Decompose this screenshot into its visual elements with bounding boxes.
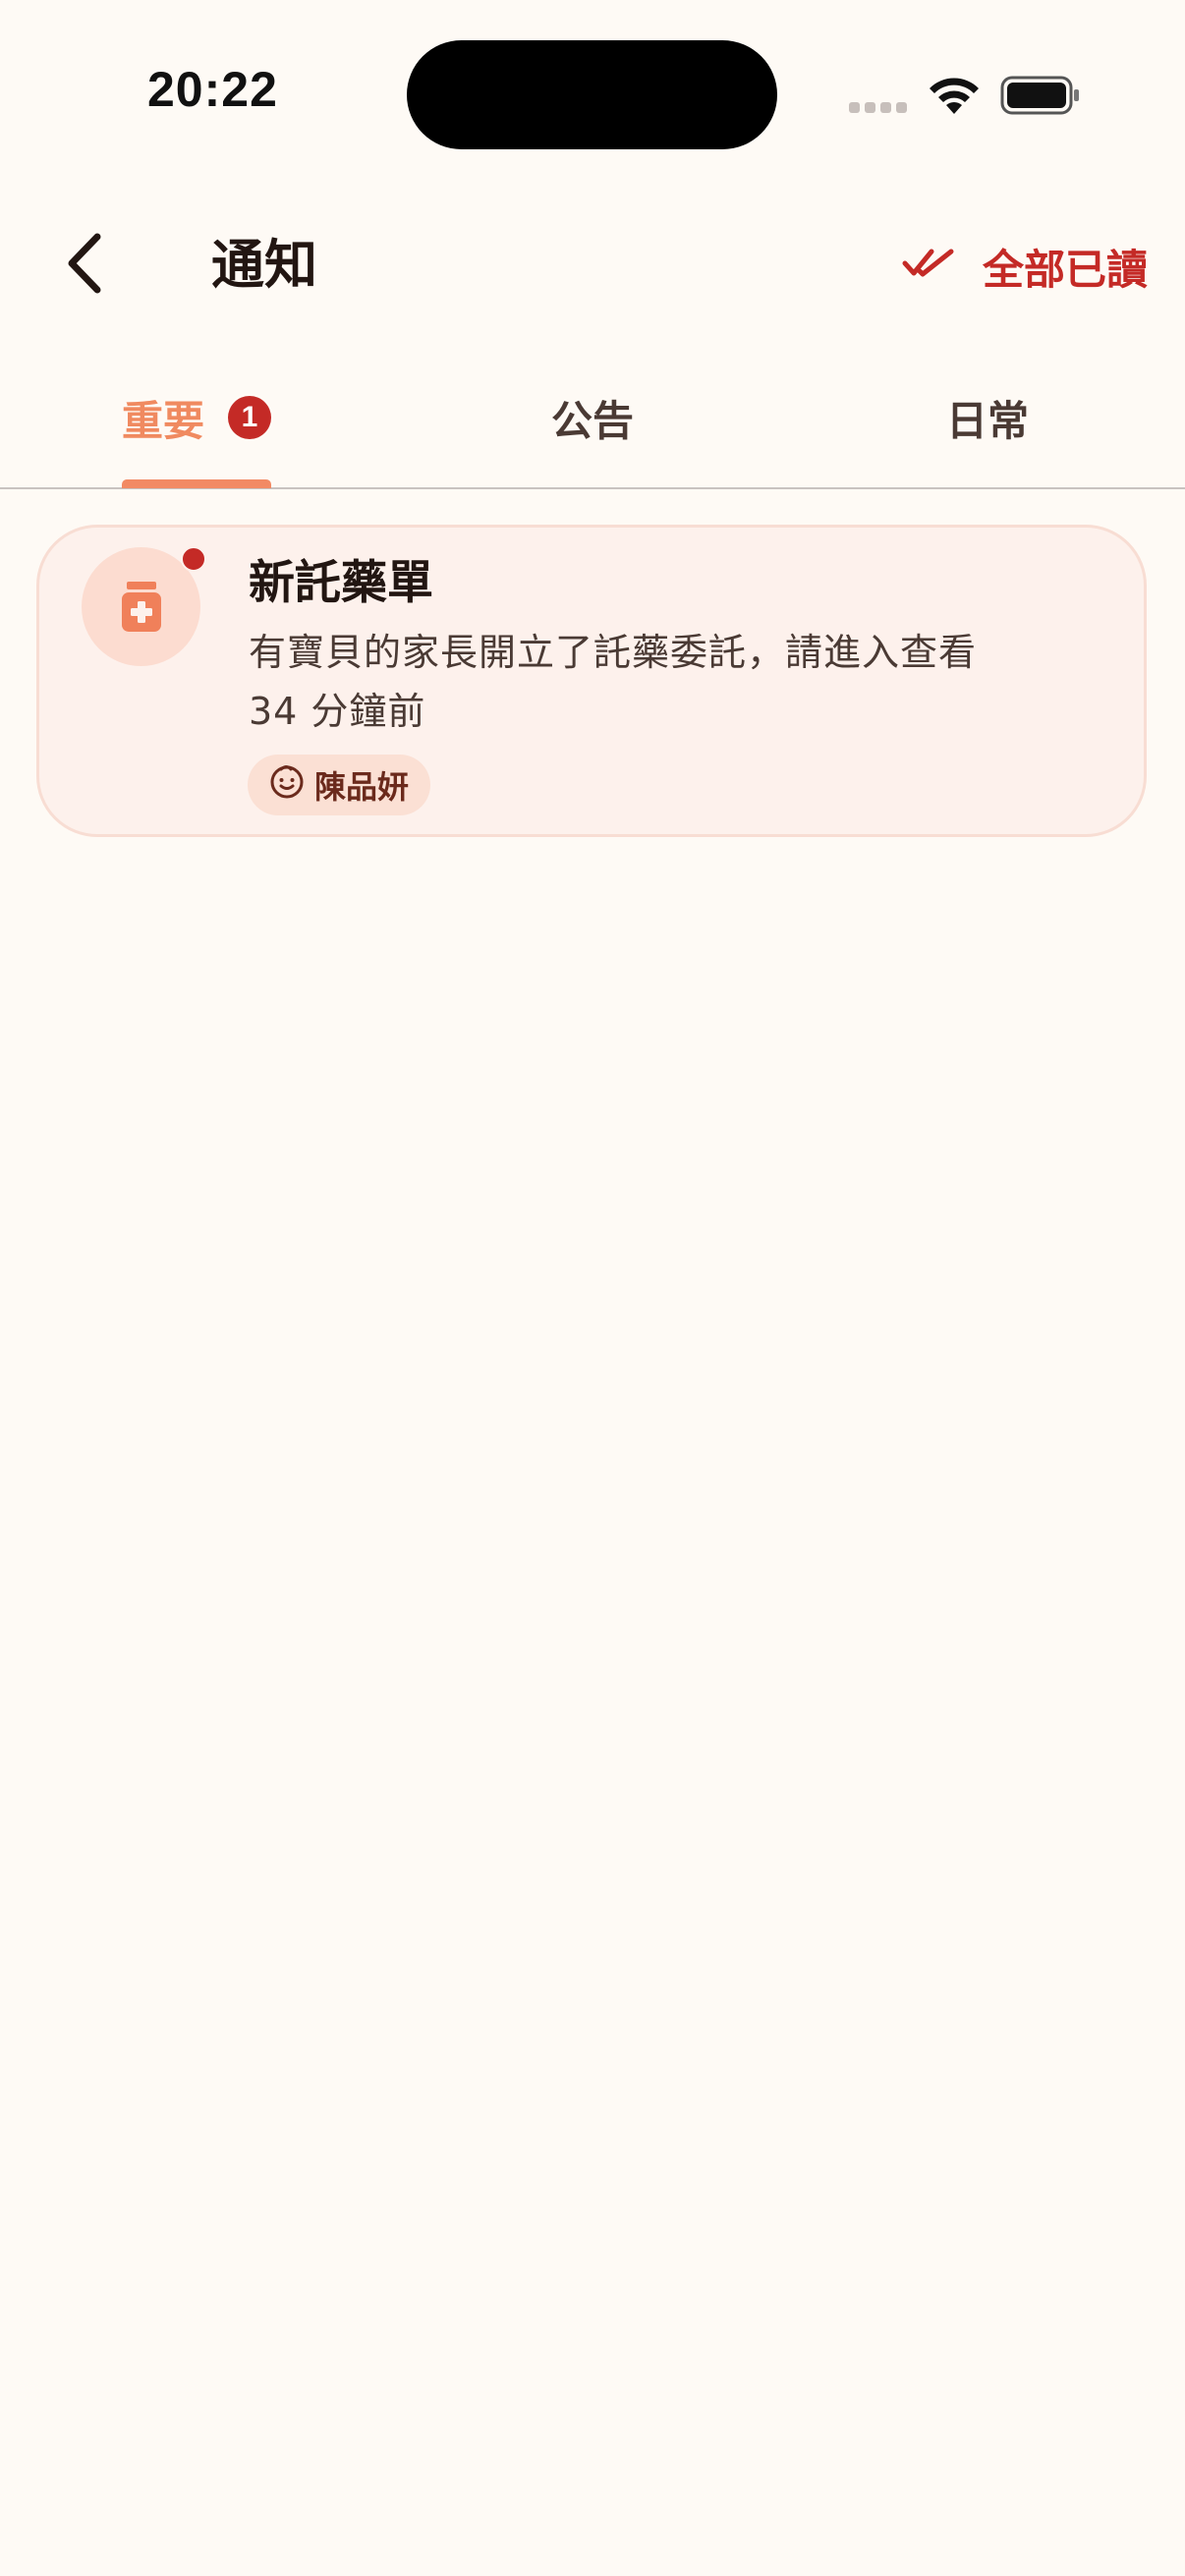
- status-bar-time: 20:22: [147, 62, 278, 117]
- notification-title: 新託藥單: [249, 556, 433, 610]
- dynamic-island: [407, 40, 777, 149]
- active-tab-indicator: [122, 479, 271, 488]
- wifi-icon: [927, 75, 982, 116]
- cellular-signal-icon: [849, 102, 908, 116]
- tab-bar: 重要 1 公告 日常: [0, 354, 1185, 487]
- notification-time: 34 分鐘前: [249, 690, 426, 733]
- child-name: 陳品妍: [314, 768, 410, 806]
- double-check-icon: [902, 243, 983, 291]
- tab-daily[interactable]: 日常: [889, 354, 1086, 481]
- notification-card[interactable]: [36, 525, 1147, 837]
- tab-label: 重要: [121, 396, 204, 445]
- page-title: 通知: [211, 234, 317, 296]
- notification-message: 有寶貝的家長開立了託藥委託，請進入查看: [249, 631, 978, 674]
- chevron-left-icon: [66, 233, 105, 298]
- medicine-jar-icon: [119, 581, 164, 634]
- tab-important[interactable]: 重要 1: [98, 354, 295, 481]
- child-face-icon: [267, 761, 314, 809]
- battery-icon: [1000, 75, 1081, 116]
- tab-label: 公告: [550, 396, 634, 445]
- tab-label: 日常: [945, 396, 1029, 445]
- back-button[interactable]: [51, 226, 120, 305]
- unread-count-badge: 1: [228, 396, 271, 439]
- mark-all-read-label: 全部已讀: [983, 245, 1149, 294]
- tab-announcements[interactable]: 公告: [494, 354, 691, 481]
- unread-dot: [181, 546, 206, 572]
- mark-all-read-button[interactable]: 全部已讀: [902, 232, 1148, 301]
- child-name-tag: 陳品妍: [248, 755, 431, 815]
